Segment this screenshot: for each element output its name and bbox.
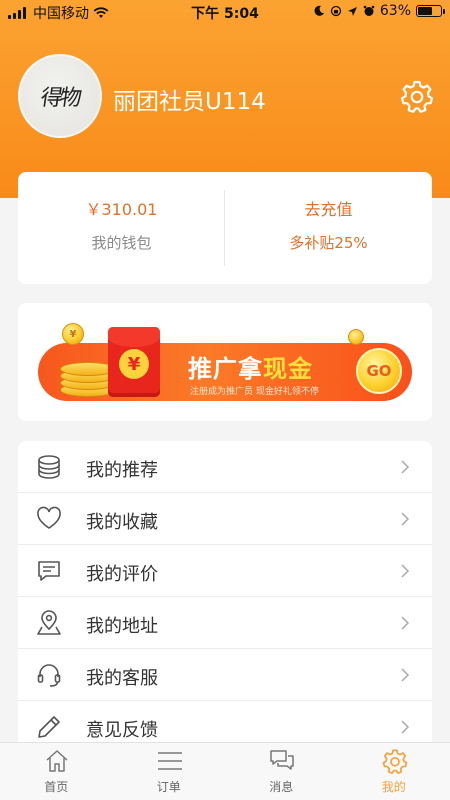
home-icon bbox=[46, 750, 68, 772]
location-arrow-icon bbox=[347, 6, 357, 16]
gear-icon bbox=[382, 749, 407, 774]
profile-header: 中国移动 下午 5:04 63% 得物 丽团社员U114 bbox=[0, 0, 450, 198]
menu-item-customer-service[interactable]: 我的客服 bbox=[18, 649, 432, 701]
chevron-right-icon bbox=[401, 668, 410, 682]
status-bar: 中国移动 下午 5:04 63% bbox=[0, 0, 450, 24]
wallet-balance: ￥310.01 bbox=[85, 200, 158, 219]
promo-go-button[interactable]: GO bbox=[356, 348, 402, 394]
recharge-label: 去充值 bbox=[304, 200, 353, 219]
wallet-label: 我的钱包 bbox=[91, 234, 152, 252]
menu-label: 我的收藏 bbox=[86, 512, 158, 533]
chevron-right-icon bbox=[401, 720, 410, 734]
battery-percent: 63% bbox=[379, 3, 411, 19]
menu-list: 我的推荐 我的收藏 我的评价 我的地址 我的客服 意见反馈 bbox=[18, 441, 432, 742]
menu-item-favorites[interactable]: 我的收藏 bbox=[18, 493, 432, 545]
settings-gear-icon[interactable] bbox=[400, 79, 434, 113]
menu-item-reviews[interactable]: 我的评价 bbox=[18, 545, 432, 597]
tab-label: 首页 bbox=[44, 780, 69, 794]
coin-icon: ¥ bbox=[62, 323, 84, 345]
menu-item-recommend[interactable]: 我的推荐 bbox=[18, 441, 432, 493]
chevron-right-icon bbox=[401, 460, 410, 474]
avatar-calligraphy-image: 得物 bbox=[38, 86, 81, 111]
location-icon bbox=[37, 610, 61, 635]
alarm-icon bbox=[363, 5, 375, 16]
wallet-card: ￥310.01 我的钱包 去充值 多补贴25% bbox=[18, 172, 432, 284]
menu-label: 意见反馈 bbox=[86, 720, 158, 741]
tab-messages[interactable]: 消息 bbox=[225, 743, 338, 800]
bottom-tab-bar: 首页 订单 消息 我的 bbox=[0, 742, 450, 800]
menu-label: 我的推荐 bbox=[86, 460, 158, 481]
promo-title-main: 推广拿 bbox=[188, 355, 263, 383]
menu-item-feedback[interactable]: 意见反馈 bbox=[18, 701, 432, 742]
message-icon bbox=[270, 750, 294, 770]
avatar[interactable]: 得物 bbox=[18, 54, 102, 138]
coins-icon bbox=[38, 455, 60, 479]
battery-icon bbox=[416, 5, 445, 17]
headset-icon bbox=[37, 664, 61, 687]
tab-label: 订单 bbox=[156, 780, 181, 794]
list-icon bbox=[157, 752, 182, 770]
status-right: 63% bbox=[313, 3, 445, 19]
tab-orders[interactable]: 订单 bbox=[113, 743, 226, 800]
promo-card: ¥ ¥ 推广拿现金 注册成为推广员 现金好礼领不停 GO bbox=[18, 303, 432, 421]
chevron-right-icon bbox=[401, 512, 410, 526]
tab-home[interactable]: 首页 bbox=[0, 743, 113, 800]
menu-label: 我的评价 bbox=[86, 564, 158, 585]
tab-mine[interactable]: 我的 bbox=[338, 743, 450, 800]
promo-title: 推广拿现金 bbox=[188, 349, 313, 384]
recharge-button[interactable]: 去充值 多补贴25% bbox=[225, 172, 432, 284]
recharge-bonus: 多补贴25% bbox=[289, 234, 368, 252]
pencil-icon bbox=[38, 716, 60, 738]
tab-label: 我的 bbox=[381, 780, 406, 794]
heart-icon bbox=[37, 506, 61, 529]
red-envelope-icon: ¥ bbox=[108, 327, 160, 397]
chevron-right-icon bbox=[401, 616, 410, 630]
comment-icon bbox=[38, 561, 60, 581]
moon-icon bbox=[314, 5, 324, 16]
chevron-right-icon bbox=[401, 564, 410, 578]
username: 丽团社员U114 bbox=[113, 89, 266, 115]
coin-icon bbox=[348, 329, 364, 345]
lock-rotation-icon bbox=[330, 5, 342, 17]
yen-badge: ¥ bbox=[119, 349, 149, 379]
promoter-banner[interactable]: ¥ ¥ 推广拿现金 注册成为推广员 现金好礼领不停 GO bbox=[38, 323, 412, 403]
menu-item-address[interactable]: 我的地址 bbox=[18, 597, 432, 649]
menu-label: 我的客服 bbox=[86, 668, 158, 689]
my-wallet-button[interactable]: ￥310.01 我的钱包 bbox=[18, 172, 225, 284]
tab-label: 消息 bbox=[269, 780, 294, 794]
promo-title-highlight: 现金 bbox=[263, 355, 313, 383]
menu-label: 我的地址 bbox=[86, 616, 158, 637]
promo-subtitle: 注册成为推广员 现金好礼领不停 bbox=[190, 387, 319, 397]
